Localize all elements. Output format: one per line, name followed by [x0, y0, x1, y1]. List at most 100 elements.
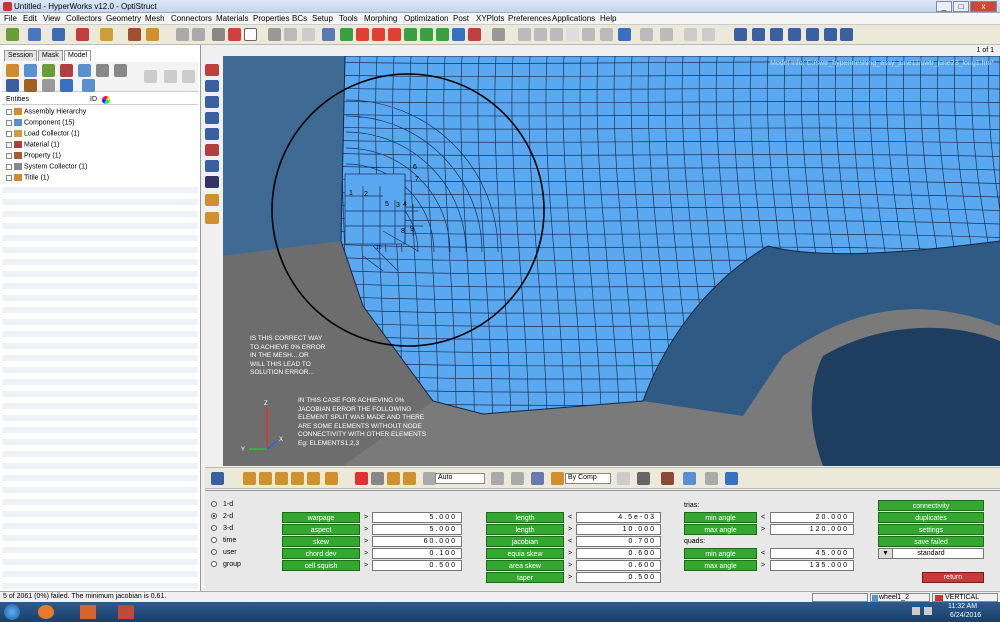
box-select-icon[interactable]	[244, 28, 257, 41]
duplicates-button[interactable]: duplicates	[878, 512, 984, 523]
vis-monitor-icon[interactable]	[725, 472, 738, 485]
check-length-button[interactable]: length	[486, 512, 564, 523]
system-icon[interactable]	[96, 64, 109, 77]
check-skew-value[interactable]: 60.000	[372, 536, 462, 547]
clip-icon[interactable]	[660, 28, 673, 41]
menu-post[interactable]: Post	[453, 14, 469, 23]
assembly-icon[interactable]	[24, 64, 37, 77]
vis-color-icon[interactable]	[531, 472, 544, 485]
menu-setup[interactable]: Setup	[312, 14, 333, 23]
return-button[interactable]: return	[922, 572, 984, 583]
vis-mesh-icon[interactable]	[617, 472, 630, 485]
tree-item-component[interactable]: Component (15)	[6, 119, 75, 126]
rotate-icon[interactable]	[452, 28, 465, 41]
check-aspect-button[interactable]: aspect	[282, 524, 360, 535]
view-back-icon[interactable]	[420, 28, 433, 41]
check-cell-squish-value[interactable]: 0.500	[372, 560, 462, 571]
dropdown-arrow-icon[interactable]: ▼	[879, 549, 893, 558]
tree-item-assembly[interactable]: Assembly Hierarchy	[6, 108, 86, 115]
orient-icon[interactable]	[468, 28, 481, 41]
magnify-icon[interactable]	[550, 28, 563, 41]
shaded-icon[interactable]	[284, 28, 297, 41]
connectivity-button[interactable]: connectivity	[878, 500, 984, 511]
menu-geometry[interactable]: Geometry	[106, 14, 141, 23]
check-area-skew-button[interactable]: area skew	[486, 560, 564, 571]
vis-prop-icon[interactable]	[291, 472, 304, 485]
menu-file[interactable]: File	[4, 14, 17, 23]
view-iso-icon[interactable]	[356, 28, 369, 41]
property-icon[interactable]	[78, 64, 91, 77]
layout-2-icon[interactable]	[752, 28, 765, 41]
expand-box-icon[interactable]	[6, 141, 12, 148]
save-failed-button[interactable]: save failed	[878, 536, 984, 547]
layout-6-icon[interactable]	[824, 28, 837, 41]
check-jacobian-value[interactable]: 0.700	[576, 536, 661, 547]
hide-icon[interactable]	[164, 70, 177, 83]
check-chord-dev-value[interactable]: 0.100	[372, 548, 462, 559]
expand-box-icon[interactable]	[6, 119, 12, 126]
check-min-angle-button[interactable]: min angle	[684, 512, 757, 523]
menu-preferences[interactable]: Preferences	[508, 14, 551, 23]
menu-edit[interactable]: Edit	[23, 14, 37, 23]
side-tool-10-icon[interactable]	[205, 212, 219, 224]
dim-radio-user[interactable]: user	[211, 549, 237, 556]
check-max-angle-value[interactable]: 120.000	[770, 524, 854, 535]
vis-find-icon[interactable]	[403, 472, 416, 485]
vis-transparency-icon[interactable]	[511, 472, 524, 485]
pan-hand-icon[interactable]	[566, 28, 579, 41]
tab-model[interactable]: Model	[64, 50, 92, 61]
menu-bcs[interactable]: BCs	[292, 14, 307, 23]
minimize-button[interactable]: _	[936, 1, 952, 12]
view-right-icon[interactable]	[436, 28, 449, 41]
menu-mesh[interactable]: Mesh	[145, 14, 165, 23]
volume-icon[interactable]	[924, 607, 932, 615]
dim-radio-2-d[interactable]: 2-d	[211, 513, 233, 520]
check-min-angle-value[interactable]: 20.000	[770, 512, 854, 523]
tree-item-material[interactable]: Material (1)	[6, 141, 59, 148]
check-taper-button[interactable]: taper	[486, 572, 564, 583]
show-icon[interactable]	[144, 70, 157, 83]
check-length-value[interactable]: 10.000	[576, 524, 661, 535]
expand-box-icon[interactable]	[6, 152, 12, 159]
menu-tools[interactable]: Tools	[339, 14, 358, 23]
view-left-icon[interactable]	[340, 28, 353, 41]
material-icon[interactable]	[60, 64, 73, 77]
tree-item-property[interactable]: Property (1)	[6, 152, 61, 159]
entity-icon[interactable]	[6, 79, 19, 92]
check-skew-button[interactable]: skew	[282, 536, 360, 547]
check-warpage-value[interactable]: 5.000	[372, 512, 462, 523]
explode-icon[interactable]	[702, 28, 715, 41]
fit-icon[interactable]	[492, 28, 505, 41]
dim-radio-3-d[interactable]: 3-d	[211, 525, 233, 532]
vis-elem-icon[interactable]	[259, 472, 272, 485]
dim-radio-1-d[interactable]: 1-d	[211, 501, 233, 508]
network-icon[interactable]	[912, 607, 920, 615]
vis-elements-icon[interactable]	[683, 472, 696, 485]
check-cell-squish-button[interactable]: cell squish	[282, 560, 360, 571]
hyperworks-taskbar-icon[interactable]	[118, 605, 134, 619]
layout-4-icon[interactable]	[788, 28, 801, 41]
vis-solid-icon[interactable]	[637, 472, 650, 485]
edges-icon[interactable]	[302, 28, 315, 41]
load-icon[interactable]	[42, 64, 55, 77]
component-view-icon[interactable]	[6, 64, 19, 77]
check-warpage-button[interactable]: warpage	[282, 512, 360, 523]
vis-geom-icon[interactable]	[661, 472, 674, 485]
tree-item-load-collector[interactable]: Load Collector (1)	[6, 130, 80, 137]
menu-help[interactable]: Help	[600, 14, 616, 23]
check-chord-dev-button[interactable]: chord dev	[282, 548, 360, 559]
wireframe-icon[interactable]	[268, 28, 281, 41]
check-max-angle-button[interactable]: max angle	[684, 560, 757, 571]
vis-delete-icon[interactable]	[355, 472, 368, 485]
vis-comp-icon[interactable]	[243, 472, 256, 485]
zoom-icon[interactable]	[322, 28, 335, 41]
zoom-out-icon[interactable]	[534, 28, 547, 41]
tree-item-system-collector[interactable]: System Collector (1)	[6, 163, 87, 170]
settings-button[interactable]: settings	[878, 524, 984, 535]
menu-applications[interactable]: Applications	[552, 14, 595, 23]
layout-3-icon[interactable]	[770, 28, 783, 41]
display-mode-icon[interactable]	[60, 79, 73, 92]
check-area-skew-value[interactable]: 0.600	[576, 560, 661, 571]
firefox-icon[interactable]	[38, 605, 54, 619]
side-tool-4-icon[interactable]	[205, 112, 219, 124]
